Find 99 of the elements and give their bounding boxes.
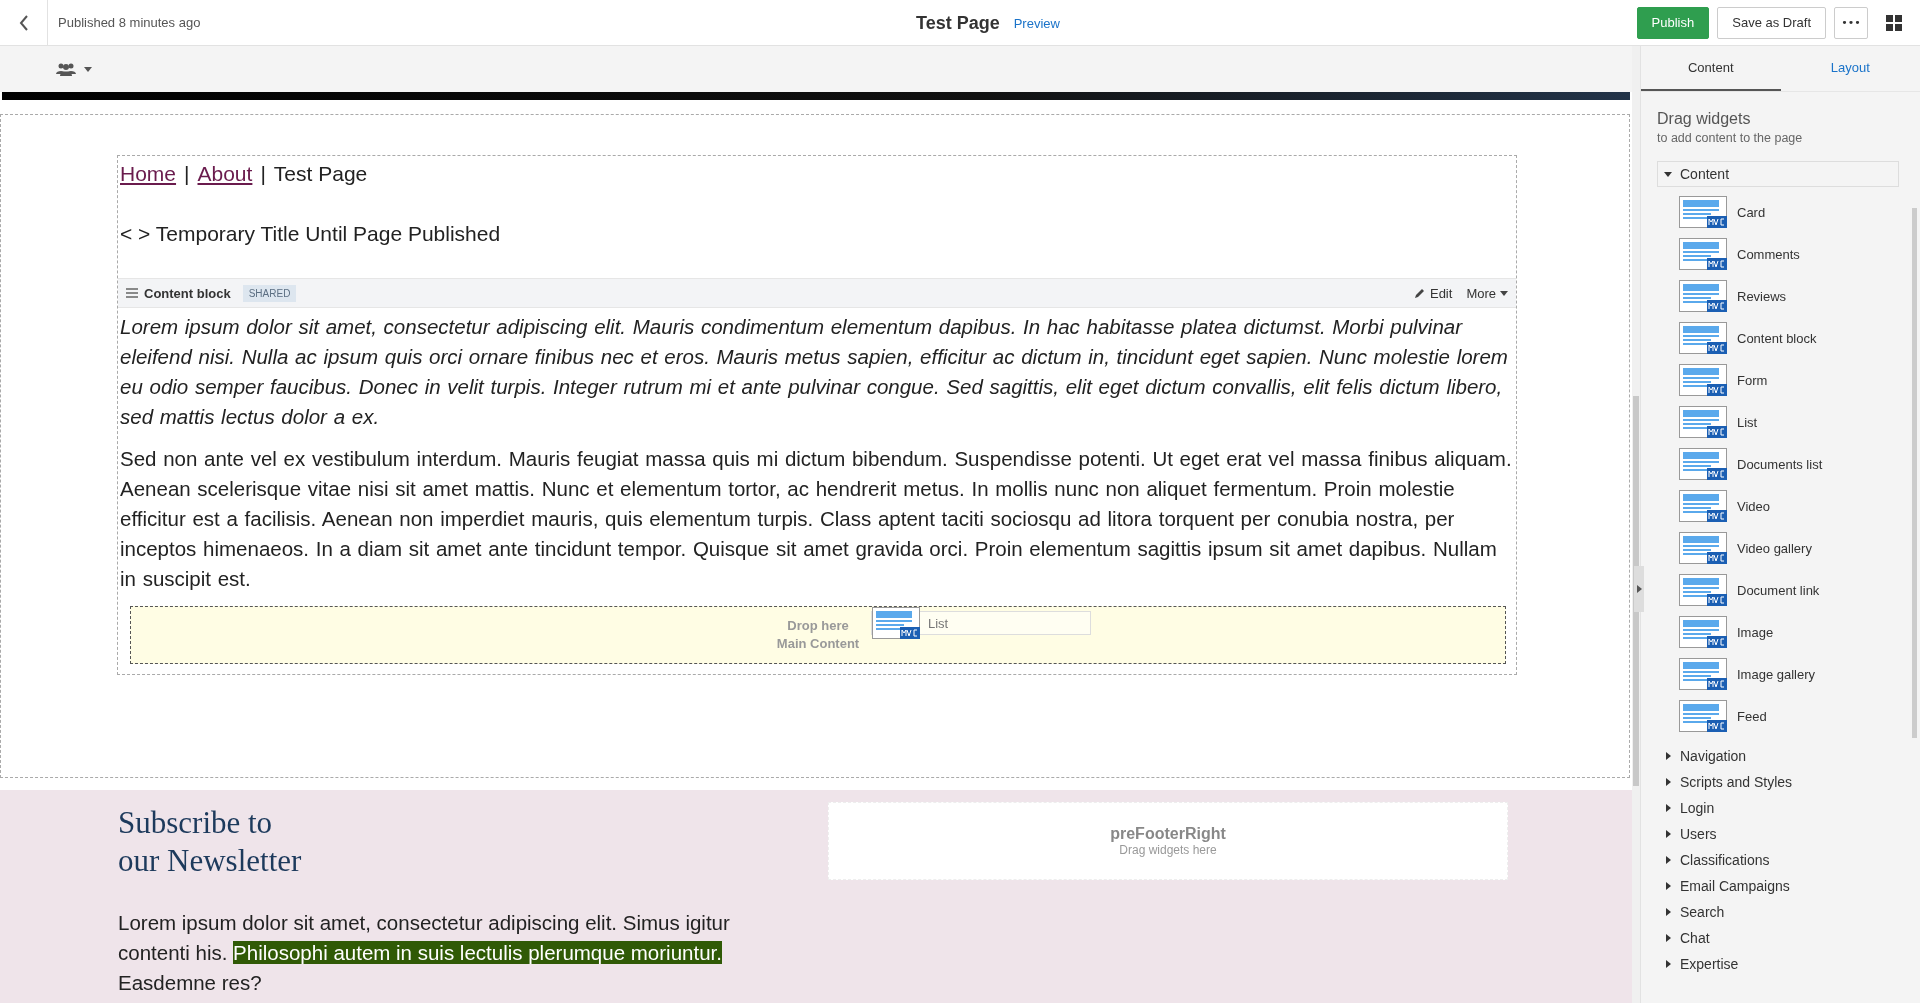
widget-label: Feed xyxy=(1737,708,1767,724)
drag-handle-icon[interactable] xyxy=(126,288,138,298)
widget-icon xyxy=(1679,574,1727,606)
widget-icon xyxy=(1679,490,1727,522)
widget-label: Video gallery xyxy=(1737,540,1812,556)
caret-icon xyxy=(1664,804,1672,812)
category-header[interactable]: Classifications xyxy=(1657,847,1899,873)
collapse-panel-button[interactable] xyxy=(1634,566,1644,612)
widget-label: Documents list xyxy=(1737,456,1823,472)
caret-icon xyxy=(1664,830,1672,838)
drop-hint: Drop here xyxy=(787,617,849,635)
save-draft-button[interactable]: Save as Draft xyxy=(1717,6,1826,39)
publish-status: Published 8 minutes ago xyxy=(58,15,201,30)
widget-icon xyxy=(1679,658,1727,690)
widget-icon xyxy=(1679,700,1727,732)
caret-icon xyxy=(1664,960,1672,968)
shared-badge: SHARED xyxy=(242,284,297,302)
newsletter-heading: Subscribe to our Newsletter xyxy=(118,804,303,880)
widget-label: Reviews xyxy=(1737,288,1787,304)
widget-item[interactable]: Image gallery xyxy=(1657,653,1867,695)
caret-icon xyxy=(1664,882,1672,890)
widget-icon xyxy=(1679,406,1727,438)
page-title: Test Page xyxy=(916,12,1000,34)
widget-icon xyxy=(1679,238,1727,270)
widget-icon xyxy=(1679,616,1727,648)
widget-label: Comments xyxy=(1737,246,1800,262)
breadcrumb-link[interactable]: About xyxy=(197,162,253,186)
widget-icon xyxy=(1679,280,1727,312)
dragged-widget-label: List xyxy=(928,615,949,631)
widget-label: Image xyxy=(1737,624,1774,640)
caret-icon xyxy=(1664,752,1672,760)
persona-dropdown[interactable] xyxy=(56,62,92,76)
widget-label: Video xyxy=(1737,498,1770,514)
zone-title: preFooterRight xyxy=(1110,825,1226,843)
panel-heading: Drag widgets xyxy=(1657,110,1752,128)
widget-item[interactable]: List xyxy=(1657,401,1867,443)
caret-icon xyxy=(1500,290,1508,296)
caret-icon xyxy=(1664,908,1672,916)
more-button[interactable]: ••• xyxy=(1834,6,1868,39)
category-header[interactable]: Navigation xyxy=(1657,743,1899,769)
edit-button[interactable]: Edit xyxy=(1413,285,1453,301)
widget-label: Form xyxy=(1737,372,1768,388)
category-header[interactable]: Chat xyxy=(1657,925,1899,951)
widget-icon xyxy=(1679,196,1727,228)
caret-icon xyxy=(1636,585,1642,593)
widget-item[interactable]: Feed xyxy=(1657,695,1867,737)
caret-icon xyxy=(1664,856,1672,864)
widget-item[interactable]: Video xyxy=(1657,485,1867,527)
widget-item[interactable]: Documents list xyxy=(1657,443,1867,485)
newsletter-text: Lorem ipsum dolor sit amet, consectetur adipiscing elit. Simus igitur contenti his. Philosophi autem in suis lectulis plerumque moriuntur. Easdemne res? xyxy=(118,910,731,996)
more-dropdown[interactable]: More xyxy=(1466,285,1508,301)
widget-item[interactable]: Image xyxy=(1657,611,1867,653)
caret-icon xyxy=(84,66,92,72)
category-header[interactable]: Expertise xyxy=(1657,951,1899,977)
widget-item[interactable]: Comments xyxy=(1657,233,1867,275)
breadcrumb-separator: | xyxy=(260,162,266,186)
widget-icon xyxy=(1679,322,1727,354)
widget-item[interactable]: Content block xyxy=(1657,317,1867,359)
widget-icon xyxy=(1679,532,1727,564)
widget-item[interactable]: Form xyxy=(1657,359,1867,401)
breadcrumb-link[interactable]: Home xyxy=(120,162,177,186)
caret-icon xyxy=(1664,934,1672,942)
body-paragraph: Sed non ante vel ex vestibulum interdum. Mauris feugiat massa quis mi dictum bibendum. Suspendisse potenti. Ut eget erat vel massa finibus aliquam. Aenean scelerisque vitae nisi sit amet mattis. Nunc et elementum tortor, ac hendrerit metus. In mollis nunc non aliquet fermentum. Proin molestie efficitur est a facilisis. Aenean non imperdiet mauris, quis elementum turpis. Class aptent taciti sociosqu ad litora torquent per conubia nostra, per inceptos himenaeos. In a diam sit amet ante tincidunt tempor. Quisque sit amet gravida orci. Proin elementum sagittis ipsum sit amet dapibus. Nullam in suscipit est. xyxy=(119,446,1513,592)
body-paragraph: Lorem ipsum dolor sit amet, consectetur adipiscing elit. Mauris condimentum elementum dapibus. In hac habitasse platea dictumst. Morbi pulvinar eleifend nisi. Nulla ac ipsum quis orci ornare finibus nec et eros. Mauris metus sapien, efficitur ac dictum in, tincidunt eget sapien. Nunc molestie lorem eu odio semper faucibus. Donec in velit turpis. Integer rutrum mi et ante pulvinar congue. Sed sagittis, elit eget dictum convallis, elit felis dictum libero, sed mattis lectus dolor a ex. xyxy=(119,314,1509,430)
pencil-icon xyxy=(1413,287,1426,299)
zone-name: Main Content xyxy=(776,635,860,653)
people-icon xyxy=(56,62,76,76)
breadcrumb-separator: | xyxy=(184,162,190,186)
category-header[interactable]: Users xyxy=(1657,821,1899,847)
widget-item[interactable]: Card xyxy=(1657,191,1867,233)
widget-item[interactable]: Document link xyxy=(1657,569,1867,611)
widget-label: Image gallery xyxy=(1737,666,1816,682)
category-header[interactable]: Login xyxy=(1657,795,1899,821)
category-header[interactable]: Scripts and Styles xyxy=(1657,769,1899,795)
widget-icon xyxy=(1679,448,1727,480)
sidebar-tab[interactable]: Layout xyxy=(1780,46,1920,91)
breadcrumb-current: Test Page xyxy=(273,162,368,186)
sidebar-tab[interactable]: Content xyxy=(1641,46,1781,91)
widget-name: Content block xyxy=(144,285,231,301)
caret-icon xyxy=(1664,170,1672,178)
widget-icon xyxy=(872,607,920,639)
widget-item[interactable]: Reviews xyxy=(1657,275,1867,317)
category-header[interactable]: Content xyxy=(1657,161,1899,187)
zone-hint: Drag widgets here xyxy=(1119,843,1217,857)
grid-icon xyxy=(1886,14,1902,31)
scrollbar[interactable] xyxy=(1632,46,1640,1003)
widget-label: Card xyxy=(1737,204,1766,220)
page-heading: < > Temporary Title Until Page Published xyxy=(119,221,502,247)
widget-icon xyxy=(1679,364,1727,396)
sidebar-scrollbar[interactable] xyxy=(1912,208,1917,738)
widget-item[interactable]: Video gallery xyxy=(1657,527,1867,569)
preview-link[interactable]: Preview xyxy=(1013,15,1060,31)
widget-label: List xyxy=(1737,414,1758,430)
category-header[interactable]: Search xyxy=(1657,899,1899,925)
panel-subheading: to add content to the page xyxy=(1657,131,1804,145)
widget-label: Document link xyxy=(1737,582,1820,598)
category-header[interactable]: Email Campaigns xyxy=(1657,873,1899,899)
caret-icon xyxy=(1664,778,1672,786)
widget-label: Content block xyxy=(1737,330,1817,346)
